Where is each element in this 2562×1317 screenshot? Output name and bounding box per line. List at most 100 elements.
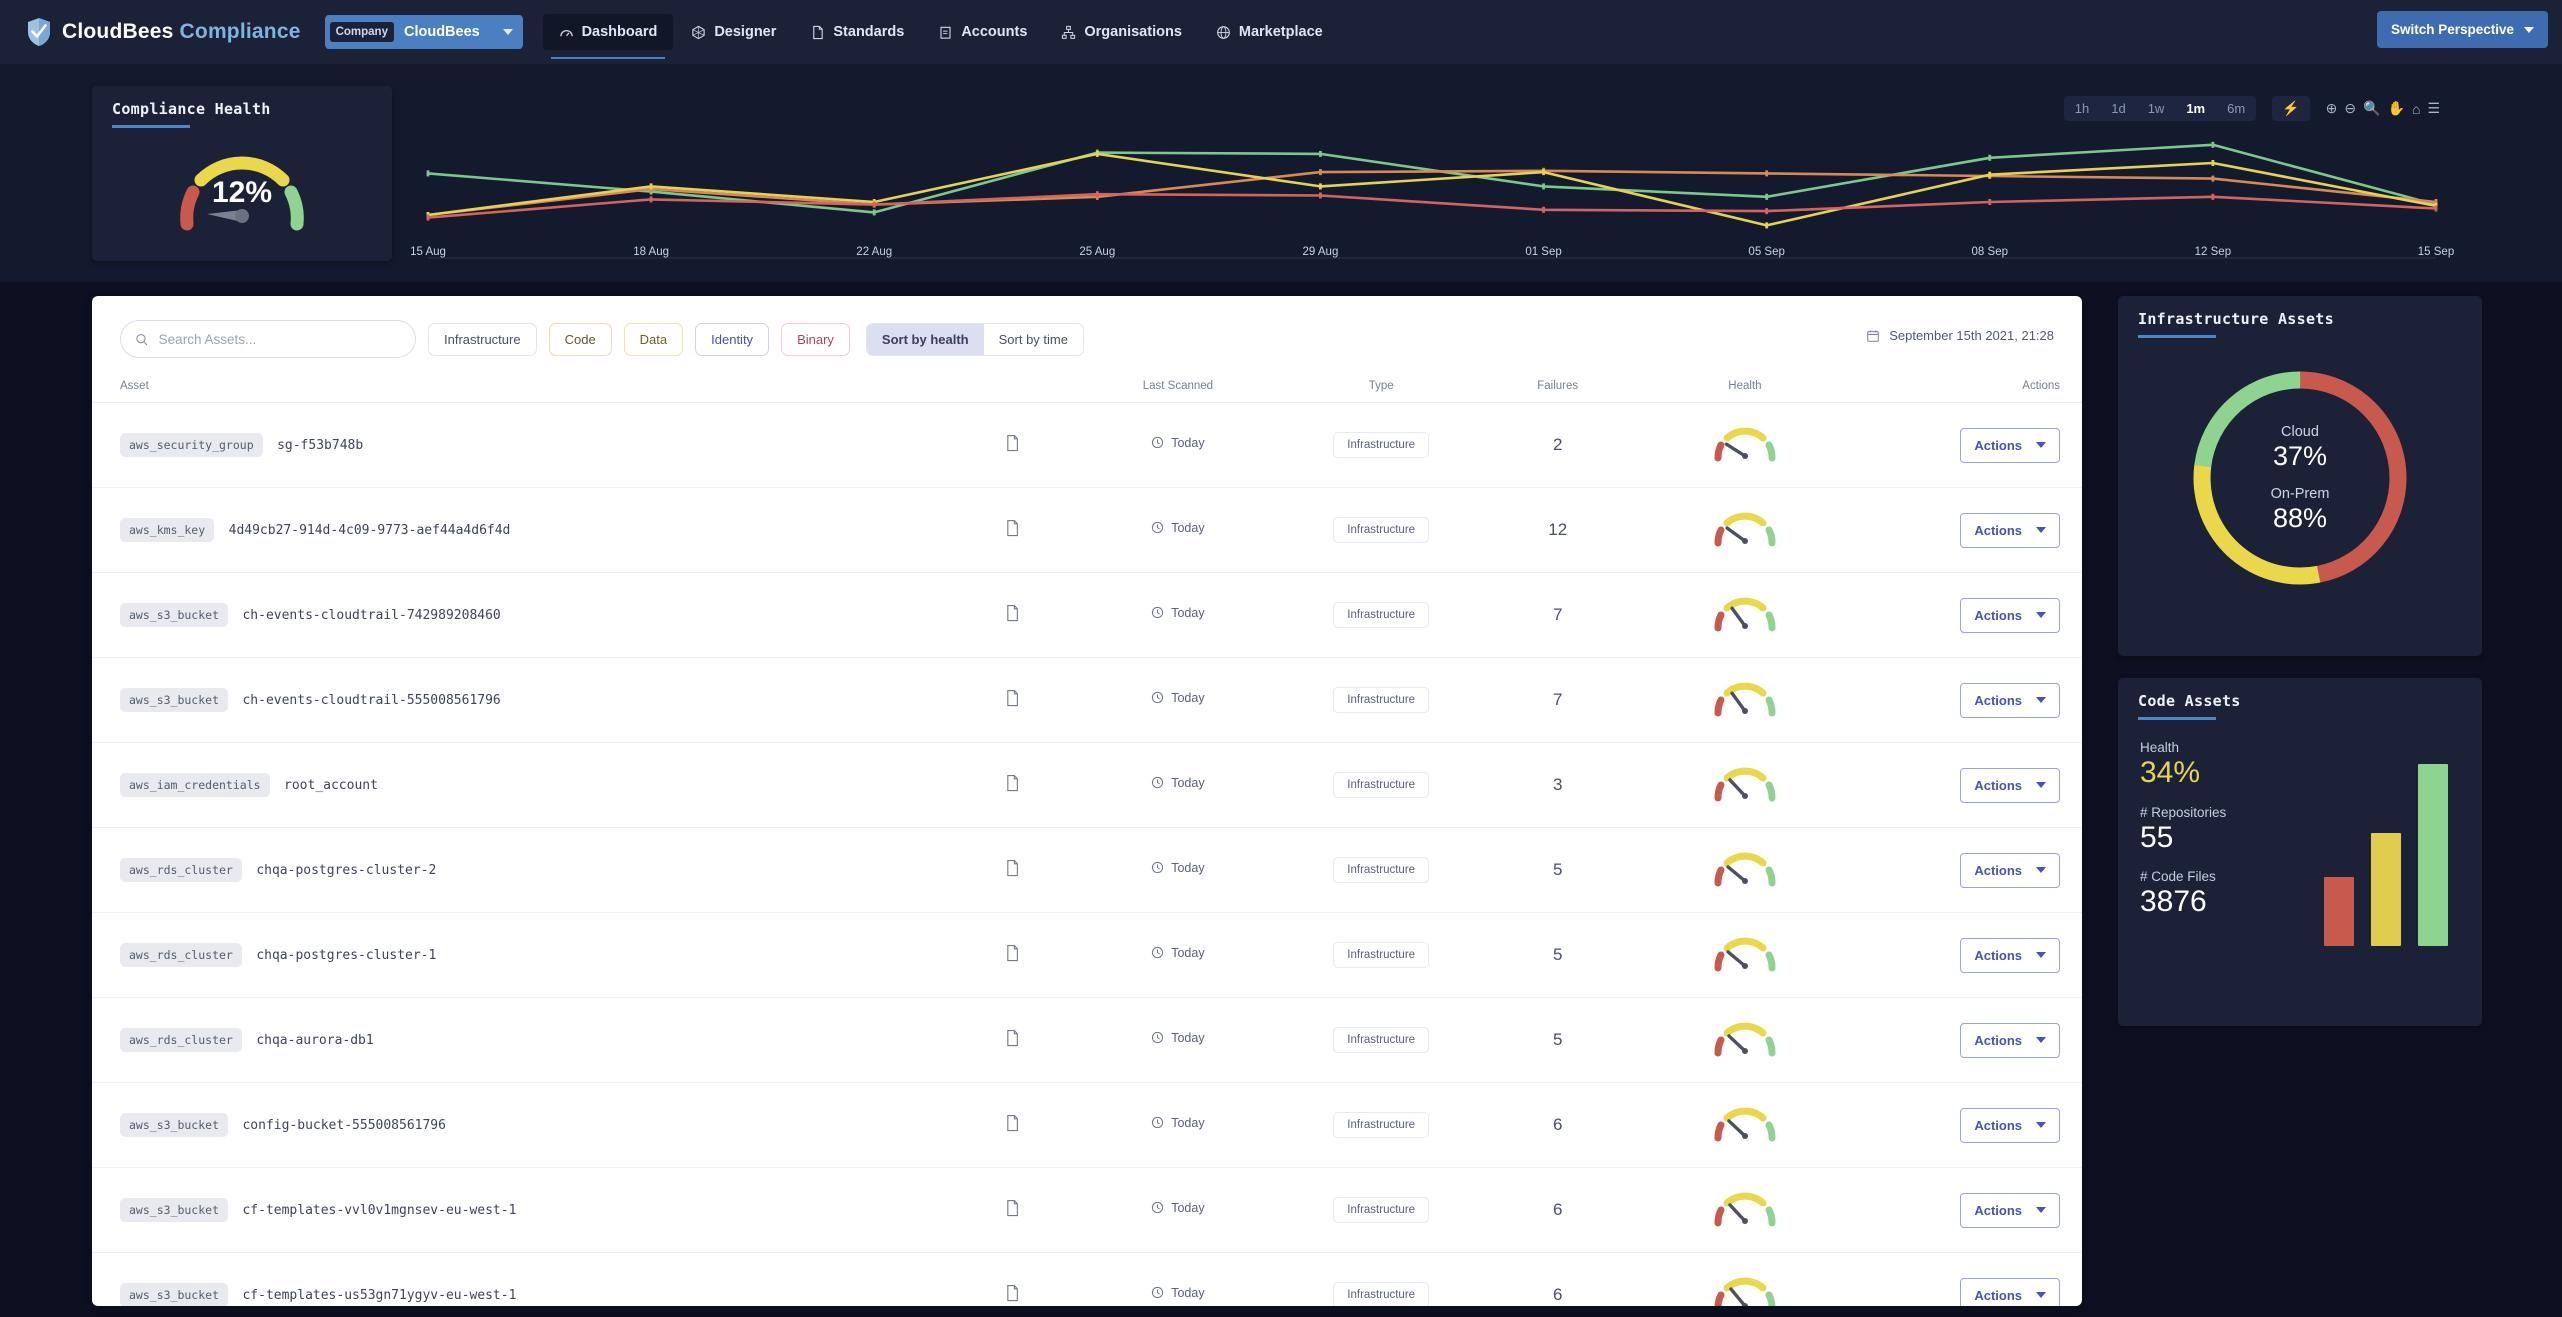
doc-cell[interactable] (947, 997, 1077, 1083)
doc-cell[interactable] (947, 572, 1077, 658)
doc-cell[interactable] (947, 1252, 1077, 1306)
home-icon[interactable]: ⌂ (2412, 101, 2420, 117)
asset-cell[interactable]: aws_s3_bucket ch-events-cloudtrail-55500… (92, 657, 948, 743)
document-icon[interactable] (1005, 1029, 1020, 1051)
filter-chip-identity[interactable]: Identity (695, 322, 770, 356)
actions-button[interactable]: Actions (1960, 767, 2060, 803)
table-row[interactable]: aws_s3_bucket ch-events-cloudtrail-55500… (92, 657, 2082, 743)
actions-label: Actions (1974, 1117, 2022, 1133)
sort-by-time-button[interactable]: Sort by time (983, 323, 1083, 355)
doc-cell[interactable] (947, 487, 1077, 573)
actions-cell: Actions (1857, 912, 2082, 998)
actions-button[interactable]: Actions (1960, 937, 2060, 973)
table-row[interactable]: aws_rds_cluster chqa-postgres-cluster-2 … (92, 827, 2082, 913)
table-row[interactable]: aws_s3_bucket cf-templates-us53gn71ygyv-… (92, 1252, 2082, 1306)
doc-cell[interactable] (947, 912, 1077, 998)
health-cell (1632, 1167, 1858, 1253)
code-asset-bar (2418, 764, 2448, 946)
health-gauge (1714, 1277, 1776, 1306)
filter-chip-data[interactable]: Data (623, 322, 684, 356)
zoom-in-icon[interactable]: ⊕ (2326, 100, 2338, 117)
asset-name: chqa-aurora-db1 (256, 1032, 374, 1048)
document-icon[interactable] (1005, 519, 1020, 541)
document-icon[interactable] (1005, 434, 1020, 456)
doc-cell[interactable] (947, 1082, 1077, 1168)
search-assets-box[interactable] (120, 320, 416, 358)
clock-icon (1152, 607, 1164, 619)
table-row[interactable]: aws_s3_bucket config-bucket-555008561796… (92, 1082, 2082, 1168)
asset-cell[interactable]: aws_s3_bucket cf-templates-us53gn71ygyv-… (92, 1252, 948, 1306)
asset-name: config-bucket-555008561796 (242, 1117, 446, 1133)
health-cell (1632, 1252, 1858, 1306)
doc-cell[interactable] (947, 827, 1077, 913)
table-row[interactable]: aws_rds_cluster chqa-postgres-cluster-1 … (92, 912, 2082, 998)
asset-cell[interactable]: aws_kms_key 4d49cb27-914d-4c09-9773-aef4… (92, 487, 948, 573)
menu-icon[interactable]: ☰ (2427, 100, 2440, 117)
document-icon[interactable] (1005, 944, 1020, 966)
asset-cell[interactable]: aws_rds_cluster chqa-postgres-cluster-1 (92, 912, 948, 998)
actions-label: Actions (1974, 947, 2022, 963)
asset-cell[interactable]: aws_security_group sg-f53b748b (92, 402, 948, 488)
filter-chip-infrastructure[interactable]: Infrastructure (428, 322, 537, 356)
document-icon[interactable] (1005, 604, 1020, 626)
pan-icon[interactable]: ✋ (2388, 100, 2405, 117)
nav-item-designer[interactable]: Designer (675, 14, 792, 50)
table-row[interactable]: aws_iam_credentials root_account Today I… (92, 742, 2082, 828)
actions-button[interactable]: Actions (1960, 852, 2060, 888)
x-axis-label: 08 Sep (1971, 246, 2008, 258)
asset-cell[interactable]: aws_s3_bucket ch-events-cloudtrail-74298… (92, 572, 948, 658)
selection-zoom-icon[interactable]: 🔍 (2363, 100, 2380, 117)
actions-button[interactable]: Actions (1960, 1192, 2060, 1228)
document-icon[interactable] (1005, 859, 1020, 881)
document-icon[interactable] (1005, 689, 1020, 711)
table-row[interactable]: aws_rds_cluster chqa-aurora-db1 Today In… (92, 997, 2082, 1083)
asset-cell[interactable]: aws_iam_credentials root_account (92, 742, 948, 828)
table-row[interactable]: aws_security_group sg-f53b748b Today Inf… (92, 402, 2082, 488)
trend-point (2434, 205, 2438, 212)
document-icon[interactable] (1005, 1199, 1020, 1221)
switch-perspective-button[interactable]: Switch Perspective (2376, 11, 2548, 48)
document-icon[interactable] (1005, 1114, 1020, 1136)
doc-cell[interactable] (947, 657, 1077, 743)
filter-chip-code[interactable]: Code (548, 322, 612, 356)
actions-button[interactable]: Actions (1960, 682, 2060, 718)
actions-button[interactable]: Actions (1960, 597, 2060, 633)
type-badge: Infrastructure (1333, 517, 1430, 543)
asset-cell[interactable]: aws_rds_cluster chqa-postgres-cluster-2 (92, 827, 948, 913)
filter-chip-binary[interactable]: Binary (781, 322, 850, 356)
health-gauge (1714, 1107, 1776, 1141)
nav-item-marketplace[interactable]: Marketplace (1200, 14, 1339, 50)
document-icon[interactable] (1005, 774, 1020, 796)
nav-item-dashboard[interactable]: Dashboard (542, 14, 674, 59)
doc-cell[interactable] (947, 402, 1077, 488)
actions-label: Actions (1974, 1032, 2022, 1048)
table-row[interactable]: aws_s3_bucket ch-events-cloudtrail-74298… (92, 572, 2082, 658)
actions-button[interactable]: Actions (1960, 1107, 2060, 1143)
asset-cell[interactable]: aws_s3_bucket cf-templates-vvl0v1mgnsev-… (92, 1167, 948, 1253)
actions-button[interactable]: Actions (1960, 1022, 2060, 1058)
actions-button[interactable]: Actions (1960, 1277, 2060, 1306)
last-scanned-text: Today (1171, 520, 1205, 535)
company-selector[interactable]: Company CloudBees (324, 15, 523, 49)
nav-item-organisations[interactable]: Organisations (1045, 14, 1198, 50)
zoom-out-icon[interactable]: ⊖ (2344, 100, 2356, 117)
last-scanned-cell: Today (1076, 402, 1280, 488)
asset-cell[interactable]: aws_s3_bucket config-bucket-555008561796 (92, 1082, 948, 1168)
table-row[interactable]: aws_kms_key 4d49cb27-914d-4c09-9773-aef4… (92, 487, 2082, 573)
nav-item-standards[interactable]: Standards (794, 14, 920, 50)
actions-button[interactable]: Actions (1960, 427, 2060, 463)
failures-value: 7 (1552, 605, 1563, 624)
asset-cell[interactable]: aws_rds_cluster chqa-aurora-db1 (92, 997, 948, 1083)
sort-by-health-button[interactable]: Sort by health (866, 323, 984, 355)
doc-cell[interactable] (947, 742, 1077, 828)
nav-item-accounts[interactable]: Accounts (922, 14, 1043, 50)
type-cell: Infrastructure (1279, 912, 1483, 998)
x-axis-label: 29 Aug (1302, 246, 1339, 258)
actions-button[interactable]: Actions (1960, 512, 2060, 548)
table-row[interactable]: aws_s3_bucket cf-templates-vvl0v1mgnsev-… (92, 1167, 2082, 1253)
failures-cell: 2 (1482, 402, 1633, 488)
doc-cell[interactable] (947, 1167, 1077, 1253)
search-input[interactable] (158, 331, 401, 347)
document-icon[interactable] (1005, 1284, 1020, 1306)
scan-date-display: September 15th 2021, 21:28 (1866, 328, 2054, 343)
